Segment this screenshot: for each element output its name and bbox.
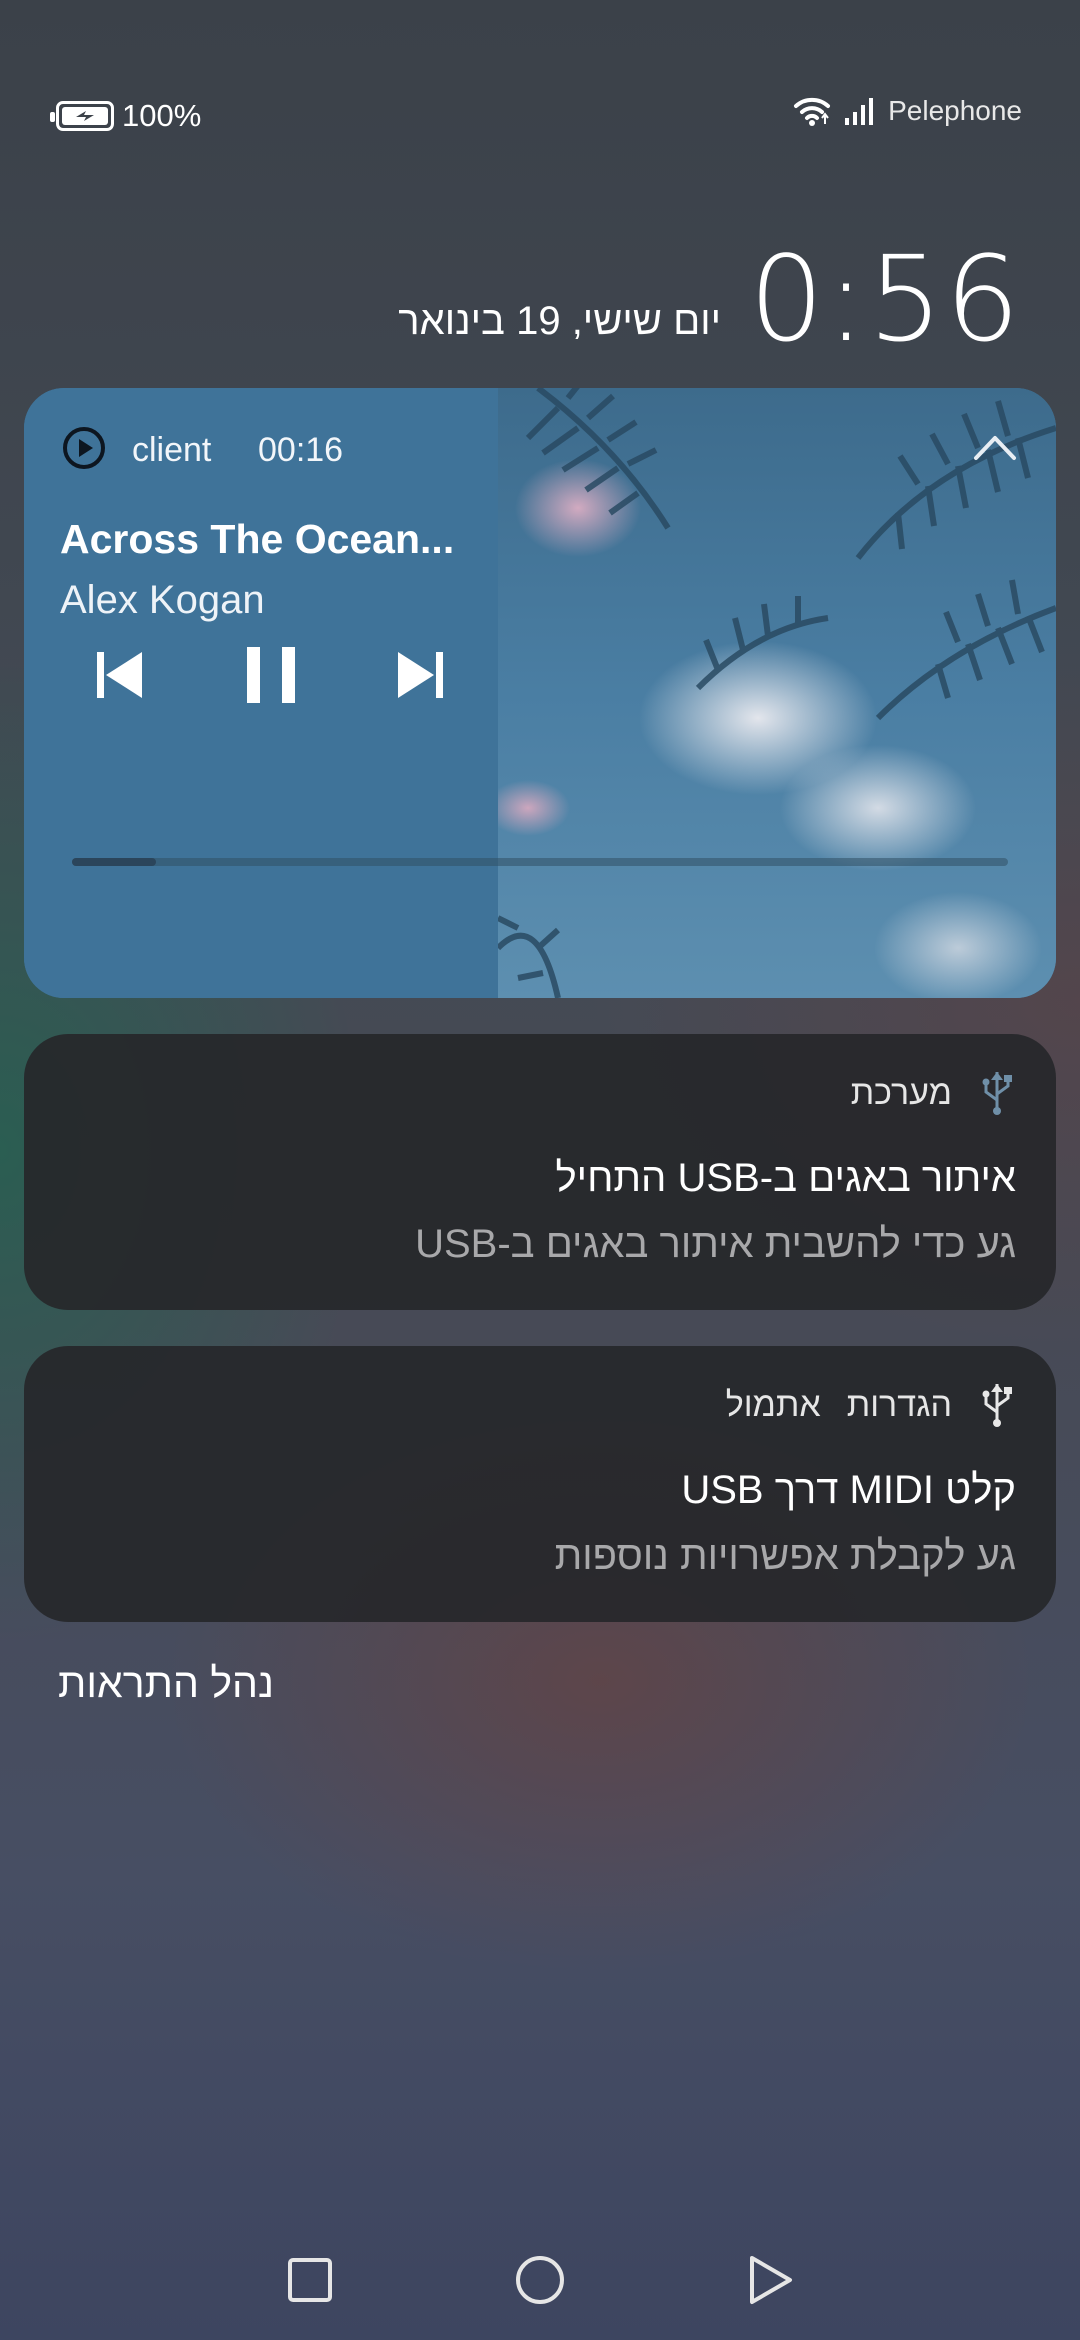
notification-body: גע כדי להשבית איתור באגים ב-USB xyxy=(415,1222,1016,1266)
notification-time: אתמול xyxy=(725,1385,821,1424)
recents-button[interactable] xyxy=(282,2252,338,2308)
chevron-up-icon[interactable] xyxy=(972,432,1018,462)
navigation-bar xyxy=(0,2252,1080,2312)
notification-usb-debugging[interactable]: מערכת איתור באגים ב-USB התחיל גע כדי להש… xyxy=(24,1034,1056,1310)
notification-title: איתור באגים ב-USB התחיל xyxy=(555,1156,1016,1200)
status-bar: 100% Pelephone xyxy=(0,88,1080,138)
back-button[interactable] xyxy=(742,2252,798,2308)
album-art xyxy=(495,388,1056,998)
media-player-card[interactable]: client 00:16 Across The Ocean... Alex Ko… xyxy=(24,388,1056,998)
battery-charging-icon xyxy=(50,101,114,131)
back-triangle-icon xyxy=(750,2256,792,2304)
pause-icon xyxy=(247,647,295,703)
media-seek-progress xyxy=(72,858,157,866)
usb-icon xyxy=(982,1384,1012,1427)
date-text: יום שישי, 19 בינואר xyxy=(398,299,722,343)
skip-previous-button[interactable] xyxy=(84,640,154,710)
home-button[interactable] xyxy=(512,2252,568,2308)
cell-signal-icon xyxy=(845,98,874,125)
play-circle-icon xyxy=(63,427,105,469)
carrier-name: Pelephone xyxy=(888,95,1022,126)
notification-body: גע לקבלת אפשרויות נוספות xyxy=(554,1534,1016,1578)
clock-row: יום שישי, 19 בינואר 0:56 xyxy=(398,240,1022,358)
usb-icon xyxy=(982,1072,1012,1115)
media-seek-bar[interactable] xyxy=(72,858,1008,866)
skip-previous-icon xyxy=(97,652,142,698)
clock-time: 0:56 xyxy=(749,230,1022,368)
media-track-title: Across The Ocean... xyxy=(60,516,455,562)
media-app-name: client xyxy=(132,431,212,469)
recents-square-icon xyxy=(288,2258,332,2302)
notification-usb-midi[interactable]: הגדרות אתמול קלט MIDI דרך USB גע לקבלת א… xyxy=(24,1346,1056,1622)
pause-button[interactable] xyxy=(236,640,306,710)
notification-app-name: מערכת xyxy=(850,1073,952,1112)
wifi-icon xyxy=(794,97,831,126)
manage-notifications-button[interactable]: נהל התראות xyxy=(58,1660,274,1707)
skip-next-button[interactable] xyxy=(386,640,456,710)
home-circle-icon xyxy=(516,2256,564,2304)
media-elapsed-time: 00:16 xyxy=(258,431,344,469)
notification-title: קלט MIDI דרך USB xyxy=(681,1468,1016,1512)
media-artist: Alex Kogan xyxy=(60,578,265,622)
skip-next-icon xyxy=(398,652,443,698)
battery-indicator: 100% xyxy=(50,98,202,134)
palm-leaves-art xyxy=(495,388,1056,998)
battery-percent: 100% xyxy=(122,98,202,133)
notification-app-name: הגדרות xyxy=(846,1385,952,1424)
